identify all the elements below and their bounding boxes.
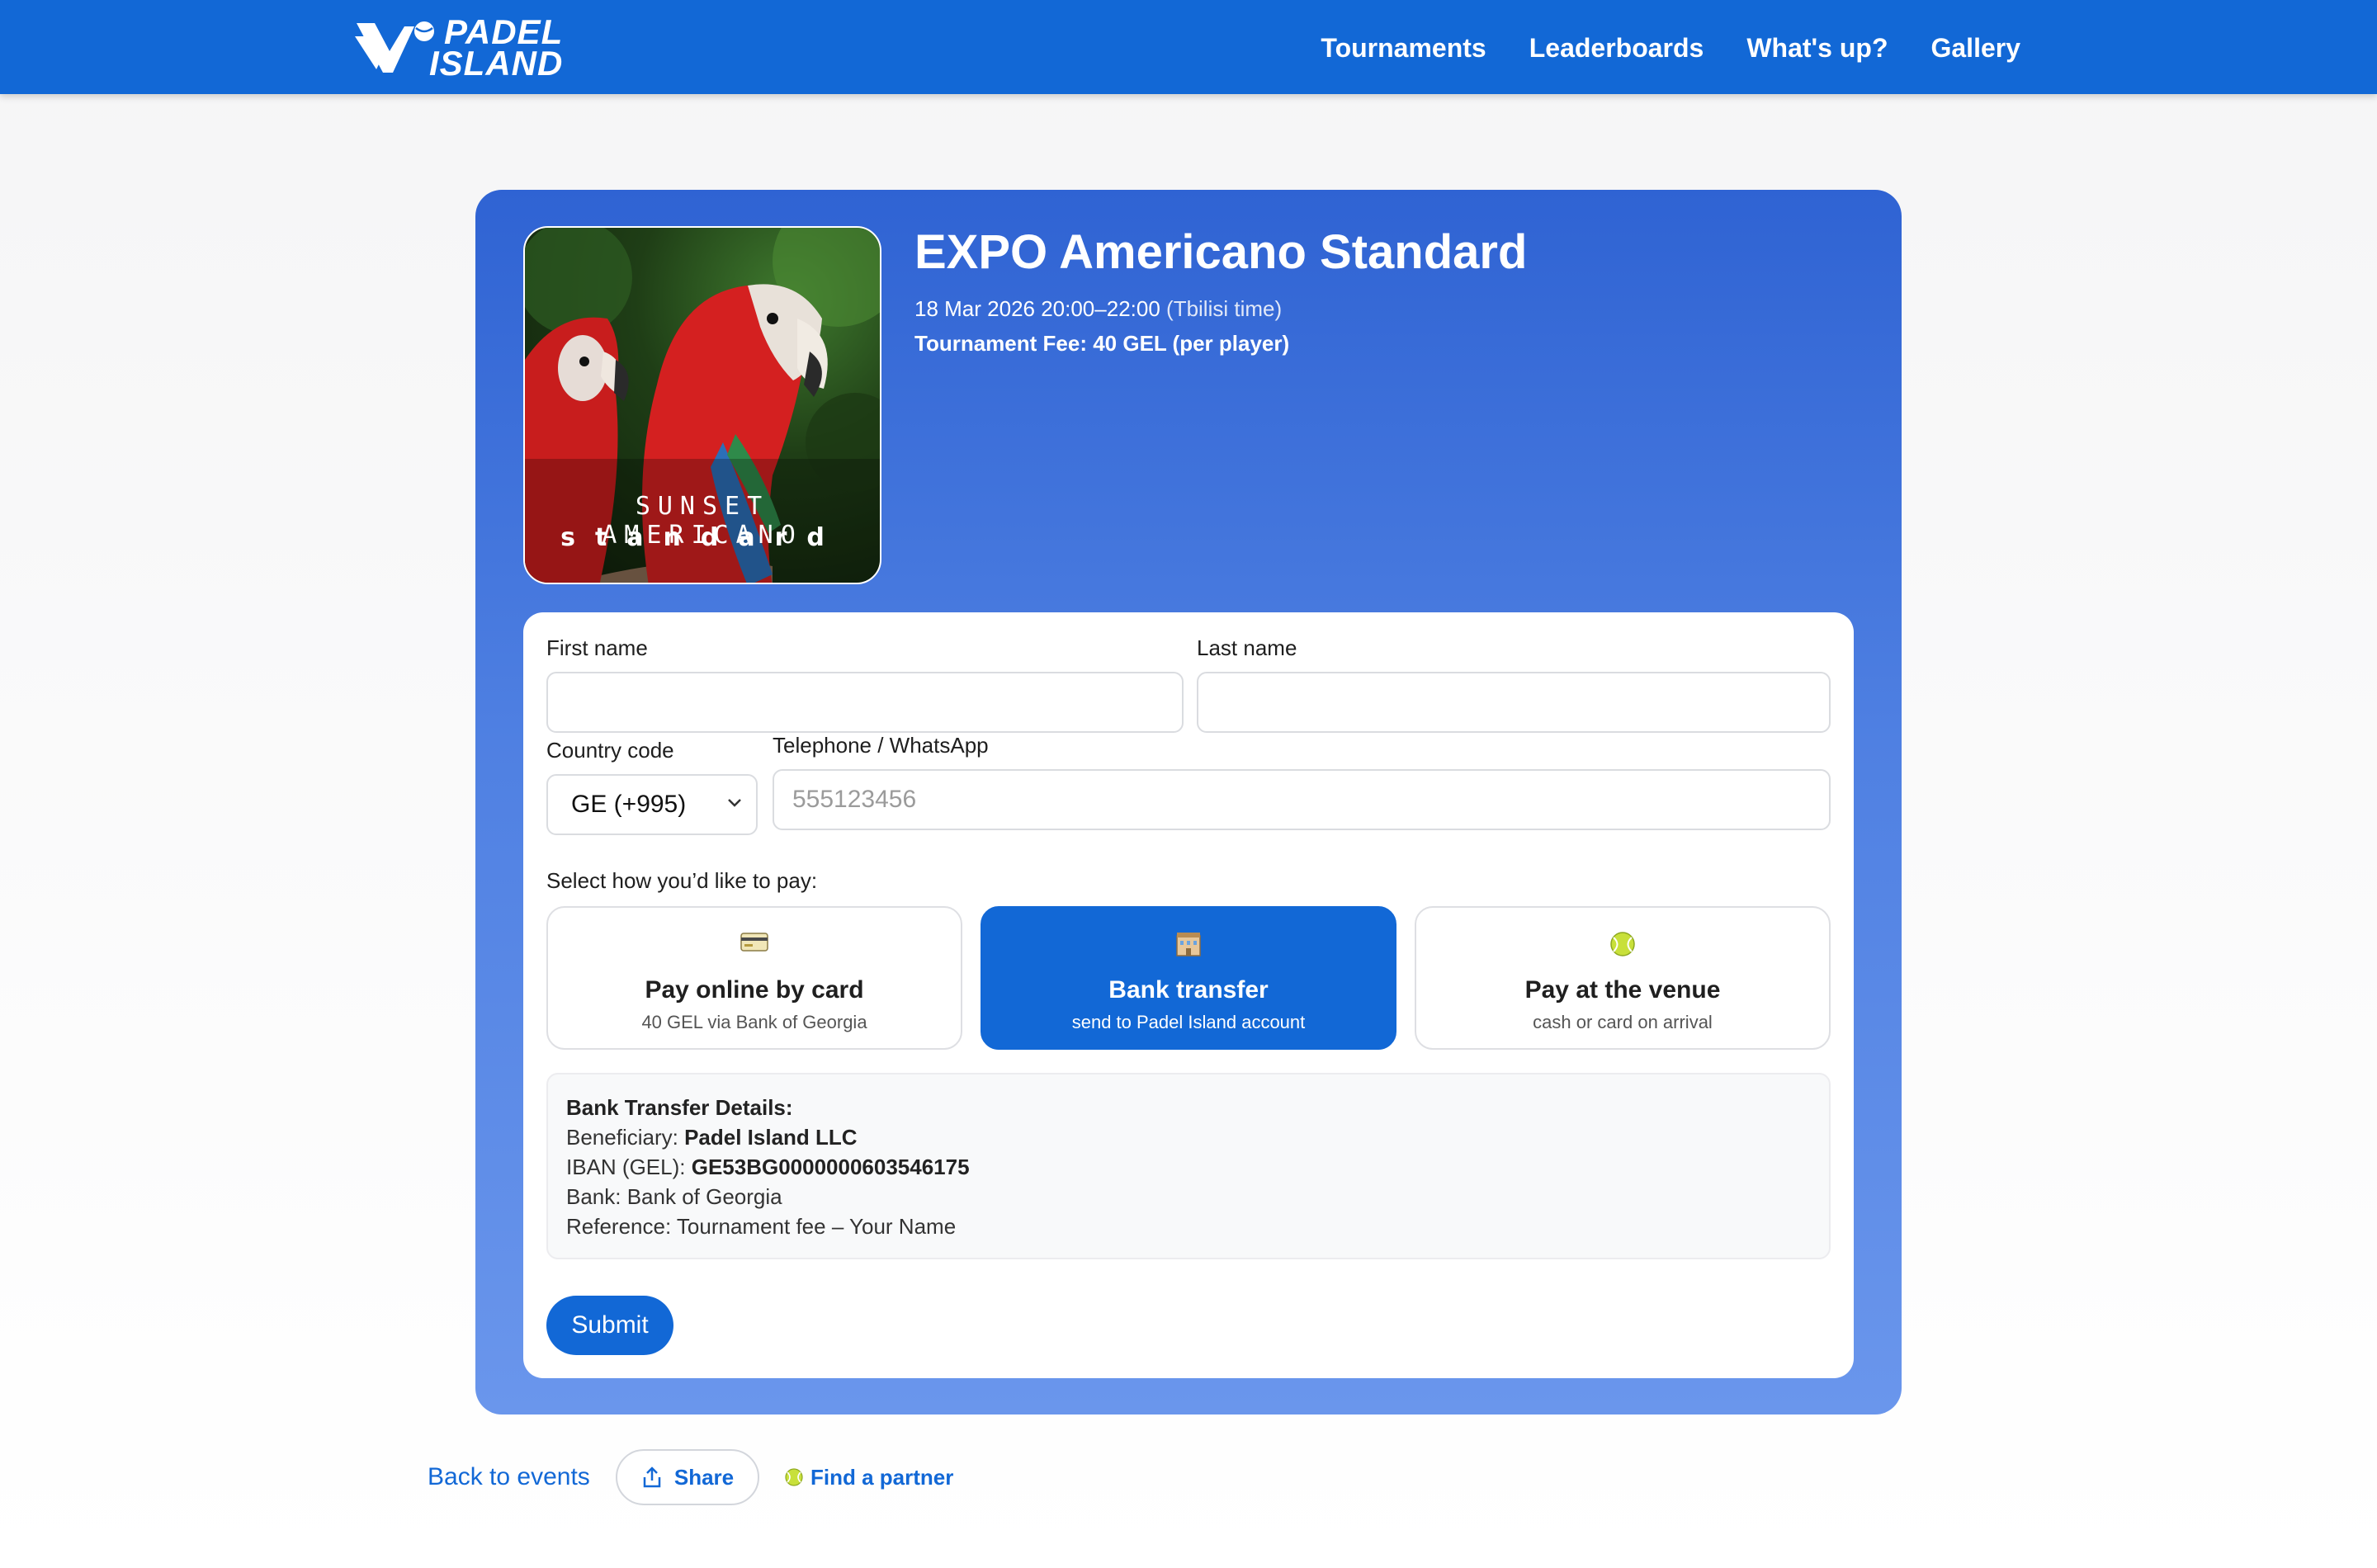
padel-island-logo[interactable]: PADEL ISLAND	[353, 15, 593, 81]
find-partner-link[interactable]: Find a partner	[784, 1462, 953, 1492]
bank-transfer-option[interactable]: Bank transfer send to Padel Island accou…	[981, 906, 1396, 1050]
event-date: 18 Mar 2026 20:00–22:00 (Tbilisi time)	[914, 294, 1282, 324]
iban-label: IBAN (GEL):	[566, 1155, 686, 1179]
option-title: Bank transfer	[1108, 976, 1269, 1004]
chevron-down-icon	[728, 799, 741, 807]
first-name-input[interactable]	[546, 672, 1184, 733]
bank-details-heading: Bank Transfer Details:	[566, 1095, 793, 1120]
logo-line-2: ISLAND	[429, 44, 564, 83]
payment-method-prompt: Select how you’d like to pay:	[546, 868, 818, 893]
beneficiary-line: Beneficiary: Padel Island LLC	[566, 1122, 1811, 1152]
find-partner-label: Find a partner	[810, 1465, 954, 1490]
iban-value: GE53BG0000000603546175	[691, 1155, 970, 1179]
bank-icon	[1176, 933, 1201, 956]
bank-name-line: Bank: Bank of Georgia	[566, 1184, 782, 1209]
option-subtitle: 40 GEL via Bank of Georgia	[641, 1012, 867, 1032]
reference-line: Reference: Tournament fee – Your Name	[566, 1214, 957, 1239]
phone-label: Telephone / WhatsApp	[773, 733, 989, 758]
option-subtitle: cash or card on arrival	[1533, 1012, 1713, 1032]
main-nav: Tournaments Leaderboards What's up? Gall…	[1321, 30, 2020, 66]
nav-tournaments[interactable]: Tournaments	[1321, 30, 1486, 66]
bank-transfer-details: Bank Transfer Details: Beneficiary: Pade…	[546, 1073, 1831, 1259]
option-subtitle: send to Padel Island account	[1071, 1012, 1306, 1032]
logo-wordmark: PADEL ISLAND	[429, 15, 563, 81]
poster-subtitle: standard	[560, 523, 844, 552]
pay-at-venue-option[interactable]: Pay at the venue cash or card on arrival	[1415, 906, 1831, 1050]
event-title: EXPO Americano Standard	[914, 225, 1528, 279]
country-code-select[interactable]: GE (+995)	[546, 774, 758, 835]
submit-button[interactable]: Submit	[546, 1296, 673, 1355]
event-datetime: 18 Mar 2026 20:00–22:00	[914, 296, 1160, 321]
credit-card-icon	[740, 933, 768, 952]
event-card: SUNSET AMERICANO standard EXPO Americano…	[475, 190, 1902, 1415]
share-label: Share	[673, 1464, 735, 1490]
last-name-label: Last name	[1197, 635, 1297, 660]
last-name-input[interactable]	[1197, 672, 1831, 733]
tennis-ball-icon	[785, 1468, 803, 1486]
country-code-value: GE (+995)	[571, 791, 687, 818]
tournament-fee: Tournament Fee: 40 GEL (per player)	[914, 331, 1290, 356]
beneficiary-value: Padel Island LLC	[684, 1125, 858, 1150]
beneficiary-label: Beneficiary:	[566, 1125, 678, 1150]
logo-mark-icon	[355, 21, 434, 73]
option-title: Pay at the venue	[1524, 976, 1721, 1004]
top-navbar: PADEL ISLAND Tournaments Leaderboards Wh…	[0, 0, 2377, 94]
registration-form: First name Last name Country code GE (+9…	[523, 612, 1854, 1378]
nav-gallery[interactable]: Gallery	[1930, 30, 2020, 66]
share-icon	[643, 1466, 661, 1488]
event-poster-image: SUNSET AMERICANO standard	[523, 226, 881, 584]
iban-line: IBAN (GEL): GE53BG0000000603546175	[566, 1152, 1811, 1182]
country-code-label: Country code	[546, 738, 674, 763]
event-timezone: (Tbilisi time)	[1166, 296, 1283, 321]
first-name-label: First name	[546, 635, 648, 660]
nav-leaderboards[interactable]: Leaderboards	[1529, 30, 1704, 66]
share-button[interactable]: Share	[616, 1449, 759, 1505]
option-title: Pay online by card	[645, 976, 864, 1004]
back-to-events-link[interactable]: Back to events	[428, 1461, 590, 1494]
nav-whats-up[interactable]: What's up?	[1746, 30, 1888, 66]
tennis-ball-icon	[1610, 932, 1635, 956]
pay-online-card-option[interactable]: Pay online by card 40 GEL via Bank of Ge…	[546, 906, 962, 1050]
phone-input[interactable]	[773, 769, 1831, 830]
